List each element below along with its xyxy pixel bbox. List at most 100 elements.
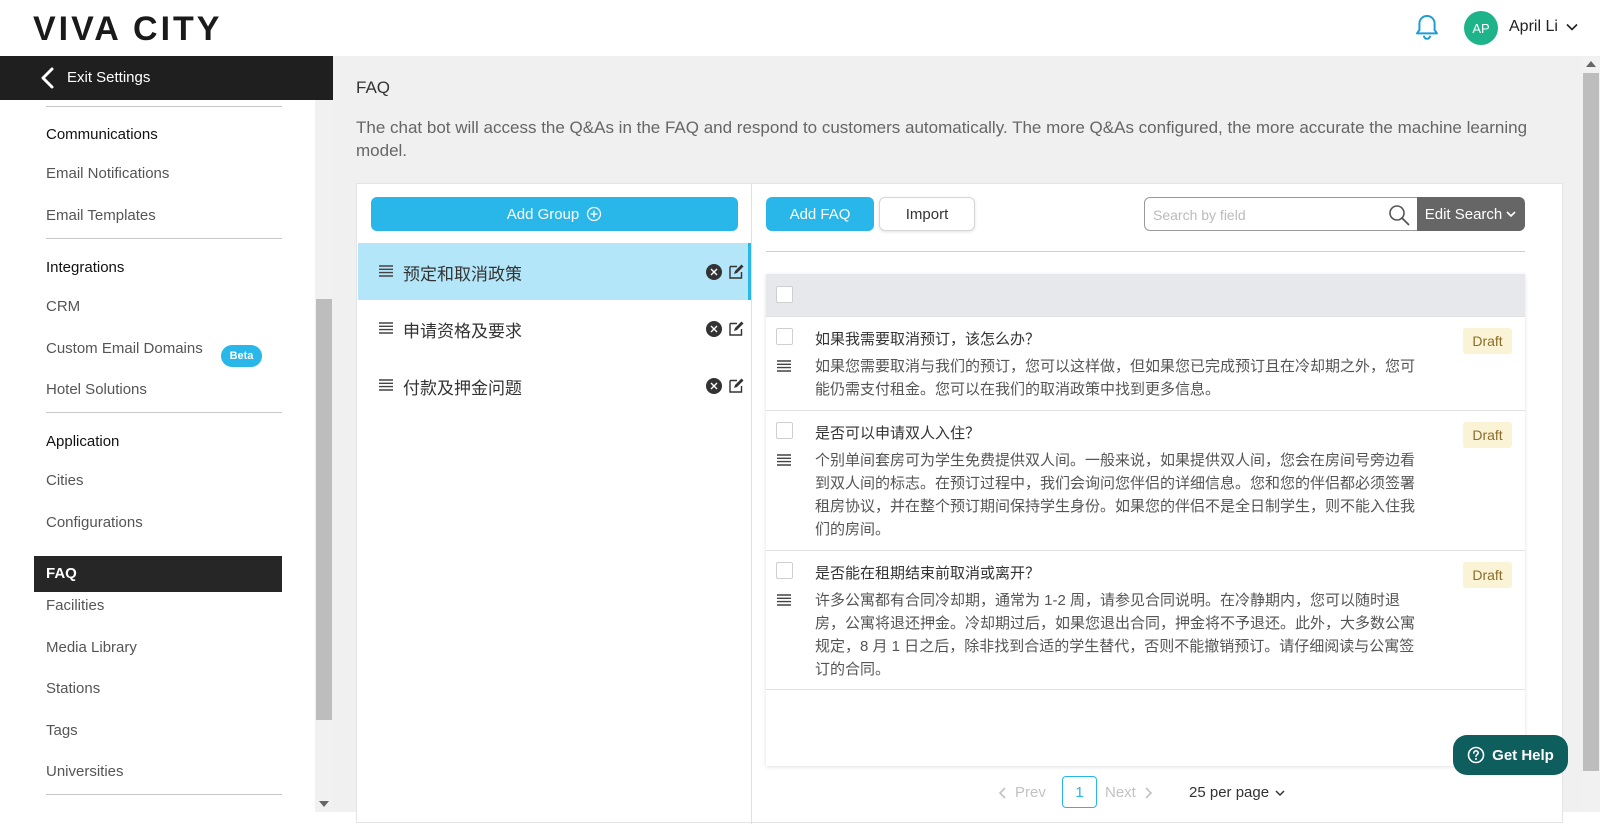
divider bbox=[46, 412, 282, 413]
divider bbox=[766, 251, 1525, 252]
section-heading-integrations: Integrations bbox=[46, 259, 125, 276]
avatar[interactable]: AP bbox=[1464, 11, 1498, 45]
sidebar-item-facilities[interactable]: Facilities bbox=[46, 597, 104, 614]
add-group-button[interactable]: Add Group bbox=[371, 197, 738, 231]
close-circle-icon[interactable] bbox=[706, 264, 722, 280]
group-item[interactable]: 付款及押金问题 bbox=[358, 357, 750, 414]
page-number-button[interactable]: 1 bbox=[1062, 776, 1097, 808]
exit-settings-label: Exit Settings bbox=[67, 69, 151, 86]
faq-answer: 个别单间套房可为学生免费提供双人间。一般来说，如果提供双人间，您会在房间号旁边看… bbox=[815, 452, 1416, 538]
section-heading-communications: Communications bbox=[46, 126, 158, 143]
edit-search-label: Edit Search bbox=[1424, 205, 1503, 223]
search-icon[interactable] bbox=[1388, 204, 1410, 226]
add-faq-button[interactable]: Add FAQ bbox=[766, 197, 874, 231]
drag-handle-icon[interactable] bbox=[379, 265, 393, 277]
exit-settings-button[interactable]: Exit Settings bbox=[0, 56, 333, 100]
table-row: 如果我需要取消预订，该怎么办？ 如果您需要取消与我们的预订，您可以这样做，但如果… bbox=[766, 316, 1525, 410]
table-row: 是否可以申请双人入住？ 个别单间套房可为学生免费提供双人间。一般来说，如果提供双… bbox=[766, 410, 1525, 550]
add-group-label: Add Group bbox=[506, 205, 580, 223]
table-header bbox=[766, 274, 1525, 316]
chevron-down-icon[interactable] bbox=[1565, 20, 1579, 34]
group-label: 预定和取消政策 bbox=[403, 265, 522, 284]
sidebar-item-email-notifications[interactable]: Email Notifications bbox=[46, 165, 169, 182]
status-badge: Draft bbox=[1463, 328, 1512, 354]
sidebar-item-crm[interactable]: CRM bbox=[46, 298, 80, 315]
drag-handle-icon[interactable] bbox=[777, 594, 791, 606]
group-item[interactable]: 预定和取消政策 bbox=[358, 243, 750, 300]
get-help-label: Get Help bbox=[1492, 746, 1554, 764]
page-description: The chat bot will access the Q&As in the… bbox=[356, 118, 1528, 160]
prev-page-button[interactable]: Prev bbox=[997, 784, 1046, 801]
main-content: FAQ The chat bot will access the Q&As in… bbox=[333, 56, 1582, 824]
sidebar-item-hotel-solutions[interactable]: Hotel Solutions bbox=[46, 381, 147, 398]
search-input[interactable] bbox=[1153, 205, 1378, 225]
divider bbox=[766, 689, 1525, 690]
drag-handle-icon[interactable] bbox=[777, 454, 791, 466]
chevron-down-icon bbox=[1506, 211, 1516, 218]
page-title: FAQ bbox=[356, 78, 391, 97]
bell-icon[interactable] bbox=[1412, 12, 1442, 42]
beta-badge: Beta bbox=[221, 345, 262, 367]
faq-question[interactable]: 如果我需要取消预订，该怎么办？ bbox=[815, 328, 1040, 349]
sidebar-scrollbar-thumb[interactable] bbox=[316, 299, 332, 720]
sidebar-item-media-library[interactable]: Media Library bbox=[46, 639, 137, 656]
row-checkbox[interactable] bbox=[776, 562, 793, 579]
divider bbox=[46, 238, 282, 239]
chevron-left-icon bbox=[998, 786, 1006, 799]
edit-icon[interactable] bbox=[729, 321, 744, 336]
page-size-label: 25 per page bbox=[1189, 784, 1270, 801]
chevron-left-icon bbox=[41, 67, 54, 89]
row-checkbox[interactable] bbox=[776, 422, 793, 439]
group-label: 申请资格及要求 bbox=[403, 322, 522, 341]
column-divider bbox=[751, 184, 752, 824]
edit-search-button[interactable]: Edit Search bbox=[1417, 197, 1525, 231]
section-heading-application: Application bbox=[46, 433, 120, 450]
drag-handle-icon[interactable] bbox=[777, 360, 791, 372]
close-circle-icon[interactable] bbox=[706, 378, 722, 394]
sidebar-item-custom-email-domains[interactable]: Custom Email Domains bbox=[46, 340, 203, 357]
top-bar: VIVA CITY AP April Li bbox=[0, 0, 1600, 56]
status-badge: Draft bbox=[1463, 422, 1512, 448]
edit-icon[interactable] bbox=[729, 264, 744, 279]
sidebar-item-tags[interactable]: Tags bbox=[46, 722, 78, 739]
scroll-up-arrow-icon[interactable] bbox=[1586, 61, 1596, 67]
drag-handle-icon[interactable] bbox=[379, 379, 393, 391]
scroll-down-arrow-icon[interactable] bbox=[319, 801, 329, 807]
sidebar-item-email-templates[interactable]: Email Templates bbox=[46, 207, 156, 224]
get-help-button[interactable]: Get Help bbox=[1453, 735, 1568, 775]
logo[interactable]: VIVA CITY bbox=[33, 9, 222, 49]
table-row: 是否能在租期结束前取消或离开？ 许多公寓都有合同冷却期，通常为 1-2 周，请参… bbox=[766, 550, 1525, 690]
help-icon bbox=[1467, 746, 1485, 764]
plus-circle-icon bbox=[587, 206, 602, 222]
chevron-down-icon bbox=[1275, 789, 1285, 796]
sidebar: Exit Settings Communications Email Notif… bbox=[0, 56, 333, 812]
user-name[interactable]: April Li bbox=[1509, 18, 1558, 36]
faq-question[interactable]: 是否可以申请双人入住？ bbox=[815, 422, 980, 443]
page-scrollbar-thumb[interactable] bbox=[1583, 73, 1599, 771]
sidebar-item-stations[interactable]: Stations bbox=[46, 680, 100, 697]
search-field bbox=[1144, 197, 1419, 231]
edit-icon[interactable] bbox=[729, 378, 744, 393]
sidebar-item-universities[interactable]: Universities bbox=[46, 763, 124, 780]
next-label: Next bbox=[1105, 784, 1136, 801]
faq-card: Add Group 预定和取消政策 申请资格及要求 付款及押金问题 Add FA… bbox=[356, 183, 1563, 824]
faq-answer: 许多公寓都有合同冷却期，通常为 1-2 周，请参见合同说明。在冷静期内，您可以随… bbox=[815, 592, 1416, 678]
faq-answer: 如果您需要取消与我们的预订，您可以这样做，但如果您已完成预订且在冷却期之外，您可… bbox=[815, 358, 1416, 398]
select-all-checkbox[interactable] bbox=[776, 286, 793, 303]
chevron-right-icon bbox=[1145, 786, 1152, 799]
drag-handle-icon[interactable] bbox=[379, 322, 393, 334]
group-item[interactable]: 申请资格及要求 bbox=[358, 300, 750, 357]
import-button[interactable]: Import bbox=[879, 197, 975, 231]
next-page-button[interactable]: Next bbox=[1105, 784, 1154, 801]
page-size-select[interactable]: 25 per page bbox=[1189, 784, 1286, 801]
row-checkbox[interactable] bbox=[776, 328, 793, 345]
sidebar-item-cities[interactable]: Cities bbox=[46, 472, 84, 489]
sidebar-item-configurations[interactable]: Configurations bbox=[46, 514, 143, 531]
prev-label: Prev bbox=[1015, 784, 1046, 801]
faq-question[interactable]: 是否能在租期结束前取消或离开？ bbox=[815, 562, 1040, 583]
divider bbox=[46, 794, 282, 795]
close-circle-icon[interactable] bbox=[706, 321, 722, 337]
group-label: 付款及押金问题 bbox=[403, 379, 522, 398]
pagination: Prev 1 Next 25 per page bbox=[997, 776, 1327, 808]
divider bbox=[46, 106, 282, 107]
